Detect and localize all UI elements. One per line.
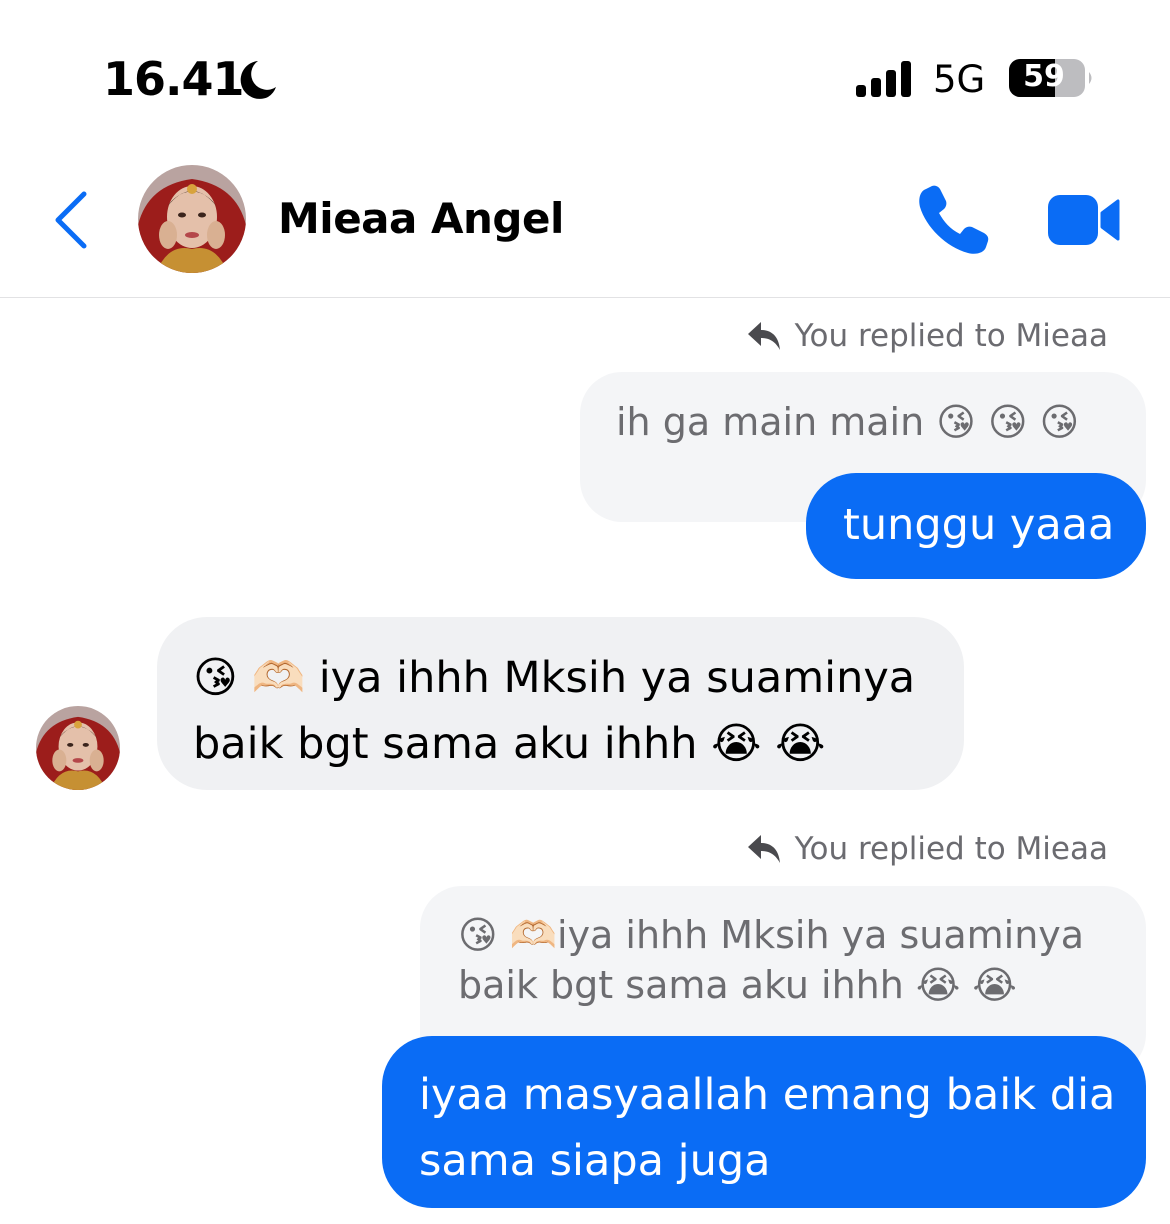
- sender-avatar[interactable]: [36, 706, 120, 790]
- reply-label: You replied to Mieaa: [794, 318, 1108, 354]
- moon-icon: [240, 61, 276, 99]
- contact-name[interactable]: Mieaa Angel: [278, 194, 564, 243]
- message-text: tunggu yaaa: [843, 500, 1115, 550]
- status-time: 16.41: [103, 52, 245, 106]
- reply-indicator: You replied to Mieaa: [747, 831, 1108, 867]
- reply-arrow-icon: [747, 322, 780, 350]
- video-camera-icon[interactable]: [1046, 193, 1120, 247]
- outgoing-message-bubble[interactable]: iyaa masyaallah emang baik dia sama siap…: [382, 1036, 1146, 1208]
- message-text-line-1: iyaa masyaallah emang baik dia: [419, 1070, 1116, 1120]
- reply-label: You replied to Mieaa: [794, 831, 1108, 867]
- contact-avatar[interactable]: [138, 165, 246, 273]
- network-type: 5G: [933, 58, 986, 101]
- signal-icon: [856, 61, 911, 97]
- message-text-line-1: 😘 🫶🏻 iya ihhh Mksih ya suaminya: [193, 653, 916, 703]
- quoted-text: ih ga main main 😘 😘 😘: [616, 400, 1080, 444]
- quoted-text-line-1: 😘 🫶🏻iya ihhh Mksih ya suaminya: [458, 913, 1085, 957]
- phone-icon[interactable]: [916, 185, 992, 257]
- incoming-message-bubble[interactable]: 😘 🫶🏻 iya ihhh Mksih ya suaminya baik bgt…: [157, 617, 964, 790]
- battery-level: 59: [1023, 59, 1065, 94]
- reply-arrow-icon: [747, 835, 780, 863]
- reply-indicator: You replied to Mieaa: [747, 318, 1108, 354]
- message-text-line-2: sama siapa juga: [419, 1136, 771, 1186]
- quoted-text-line-2: baik bgt sama aku ihhh 😭 😭: [458, 963, 1017, 1007]
- back-chevron-icon[interactable]: [52, 190, 92, 250]
- message-text-line-2: baik bgt sama aku ihhh 😭 😭: [193, 719, 826, 769]
- outgoing-message-bubble[interactable]: tunggu yaaa: [806, 473, 1146, 579]
- chat-screen: 16.41 5G 59 Mieaa Angel You replied to M…: [0, 0, 1170, 1224]
- header-divider: [0, 297, 1170, 298]
